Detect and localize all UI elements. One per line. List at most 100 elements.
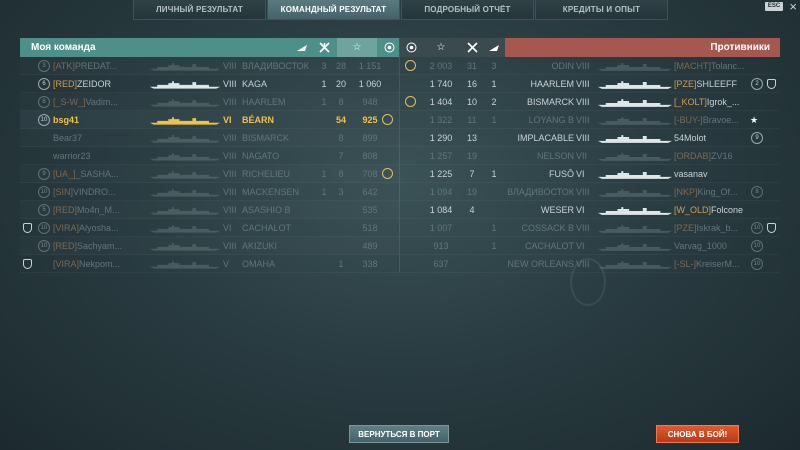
ship-silhouette <box>596 132 674 144</box>
ship-silhouette-icon <box>149 99 221 107</box>
rank-badge-icon: 9 <box>38 168 50 180</box>
tab-team-result[interactable]: КОМАНДНЫЙ РЕЗУЛЬТАТ <box>267 0 400 20</box>
planes-value: 13 <box>466 133 477 143</box>
ship-silhouette-icon <box>597 225 673 233</box>
player-name-cell: [RED]ZEIDOR <box>53 75 148 93</box>
return-to-port-button[interactable]: ВЕРНУТЬСЯ В ПОРТ <box>349 425 449 443</box>
shield-icon <box>767 79 776 89</box>
ship-tier: VIII <box>576 133 590 143</box>
player-name-cell: Varvag_1000 <box>674 237 752 255</box>
medal-icon <box>382 114 393 125</box>
tab-detailed-report[interactable]: ПОДРОБНЫЙ ОТЧЁТ <box>401 0 534 20</box>
enemy-player-row[interactable]: 1 007 1 COSSACK B VIII [PZE]Iskrak_b... 10 <box>400 219 780 237</box>
ship-tier: VIII <box>223 61 237 71</box>
clan-tag: [ATK] <box>53 61 75 71</box>
enemy-player-row[interactable]: 1 322 11 1 LOYANG B VIII [-BUY-]Bravoe... ★ <box>400 111 780 129</box>
ship-silhouette-icon <box>149 261 221 269</box>
esc-key-hint: ESC <box>765 2 783 11</box>
enemy-player-row[interactable]: 1 225 7 1 FUSŌ VI vasanav <box>400 165 780 183</box>
enemy-player-row[interactable]: 1 084 4 WESER VI [W_OLD]Folcone <box>400 201 780 219</box>
player-row[interactable]: 5 [RED]Mo4n_M... VIII ASASHIO B 535 <box>20 201 399 219</box>
player-name-cell: [W_OLD]Folcone <box>674 201 752 219</box>
clan-tag: [W_OLD] <box>674 205 712 215</box>
medal-icon <box>382 168 393 179</box>
ship-silhouette-icon <box>597 189 673 197</box>
player-row[interactable]: Bear37 VIII BISMARCK 8 899 <box>20 129 399 147</box>
player-row[interactable]: 9 [UA_]_SASHA... VIII RICHELIEU 1 8 708 <box>20 165 399 183</box>
clan-tag: [RED] <box>53 241 78 251</box>
ship-name: WESER <box>540 205 574 215</box>
player-row[interactable]: 10 bsg41 VI BÉARN 54 925 <box>20 111 399 129</box>
clan-tag: [-BUY-] <box>674 115 703 125</box>
player-row[interactable]: 10 [RED]Sachyam... VIII AKIZUKI 489 <box>20 237 399 255</box>
player-name: Alyosha... <box>79 223 119 233</box>
player-row[interactable]: warrior23 VIII NAGATO 7 808 <box>20 147 399 165</box>
enemy-player-row[interactable]: 1 290 13 IMPLACABLE VIII 54Molot 9 <box>400 129 780 147</box>
xp-value: 808 <box>362 151 378 161</box>
ship-silhouette-icon <box>597 153 673 161</box>
enemy-player-row[interactable]: 1 740 16 1 HAARLEM VIII [PZE]SHLEEFF 2 <box>400 75 780 93</box>
ship-silhouette-icon <box>149 63 221 71</box>
player-name: Varvag_1000 <box>674 241 727 251</box>
tab-credits-xp[interactable]: КРЕДИТЫ И ОПЫТ <box>535 0 668 20</box>
player-name: warrior23 <box>53 151 91 161</box>
ship-tier: VI <box>576 205 585 215</box>
battle-again-button[interactable]: СНОВА В БОЙ! <box>656 425 739 443</box>
xp-value: 1 060 <box>358 79 382 89</box>
frags-value <box>316 255 332 273</box>
planes-value: 10 <box>466 97 477 107</box>
player-row[interactable]: [VIRA]Nekpom... V OMAHA 1 338 <box>20 255 399 273</box>
player-row[interactable]: 10 [VIRA]Alyosha... VI CACHALOT 518 <box>20 219 399 237</box>
player-name-cell: [NKP]King_Of... <box>674 183 752 201</box>
clan-tag: [_KOLT] <box>674 97 707 107</box>
player-name: Bear37 <box>53 133 83 143</box>
frags-value: 3 <box>321 61 327 71</box>
ship-silhouette <box>596 96 674 108</box>
enemy-player-row[interactable]: 1 094 19 ВЛАДИВОСТОК VIII [NKP]King_Of... 8 <box>400 183 780 201</box>
ship-silhouette <box>148 60 222 72</box>
enemy-player-row[interactable]: 913 1 CACHALOT VI Varvag_1000 10 <box>400 237 780 255</box>
ship-silhouette-icon <box>597 171 673 179</box>
enemy-player-row[interactable]: 1 404 10 2 BISMARCK VIII [_KOLT]Igrok_... <box>400 93 780 111</box>
ship-silhouette-icon <box>597 207 673 215</box>
xp-value: 1 257 <box>429 151 453 161</box>
xp-value: 1 322 <box>429 115 453 125</box>
xp-value: 948 <box>362 97 378 107</box>
ship-name: NAGATO <box>242 151 280 161</box>
ship-name: ВЛАДИВОСТОК <box>242 61 309 71</box>
ship-silhouette <box>148 168 222 180</box>
ship-silhouette <box>148 114 222 126</box>
frags-value: 2 <box>491 97 497 107</box>
frags-value <box>316 237 332 255</box>
star-badge-icon: ★ <box>750 115 759 125</box>
ship-silhouette <box>148 222 222 234</box>
frags-value: 1 <box>491 79 497 89</box>
player-name-cell: [ATK]PREDAT... <box>53 57 148 75</box>
player-name: PREDAT... <box>74 61 118 71</box>
player-name: Igrok_... <box>706 97 740 107</box>
frags-value: 3 <box>491 61 497 71</box>
rank-badge-icon: 2 <box>751 78 763 90</box>
player-name: SHLEEFF <box>696 79 738 89</box>
enemy-player-row[interactable]: 2 003 31 3 ODIN VIII [MACHT]Tolanc... <box>400 57 780 75</box>
ship-silhouette-icon <box>149 135 221 143</box>
close-icon[interactable]: × <box>789 0 797 14</box>
tab-personal-result[interactable]: ЛИЧНЫЙ РЕЗУЛЬТАТ <box>133 0 266 20</box>
planes-value <box>462 219 482 237</box>
xp-star-icon: ☆ <box>436 42 446 53</box>
player-row[interactable]: 3 [ATK]PREDAT... VIII ВЛАДИВОСТОК 3 28 1 151 <box>20 57 399 75</box>
player-name-cell: [VIRA]Nekpom... <box>53 255 148 273</box>
player-name: Folcone <box>711 205 744 215</box>
medal-column-icon <box>379 38 399 57</box>
ship-name: LOYANG B <box>528 115 574 125</box>
frags-value: 1 <box>491 223 497 233</box>
player-row[interactable]: 8 [_S-W_]Vadim... VIII HAARLEM 1 8 948 <box>20 93 399 111</box>
enemy-player-row[interactable]: 1 257 19 NELSON VII [ORDAB]ZV16 <box>400 147 780 165</box>
clan-tag: [PZE] <box>674 79 697 89</box>
ship-silhouette-icon <box>149 207 221 215</box>
player-row[interactable]: 6 [RED]ZEIDOR VIII KAGA 1 20 1 060 <box>20 75 399 93</box>
clan-tag: [VIRA] <box>53 259 80 269</box>
planes-value: 19 <box>466 151 477 161</box>
player-row[interactable]: 10 [SIN]VINDRO... VIII MACKENSEN 1 3 642 <box>20 183 399 201</box>
xp-value: 1 740 <box>429 79 453 89</box>
